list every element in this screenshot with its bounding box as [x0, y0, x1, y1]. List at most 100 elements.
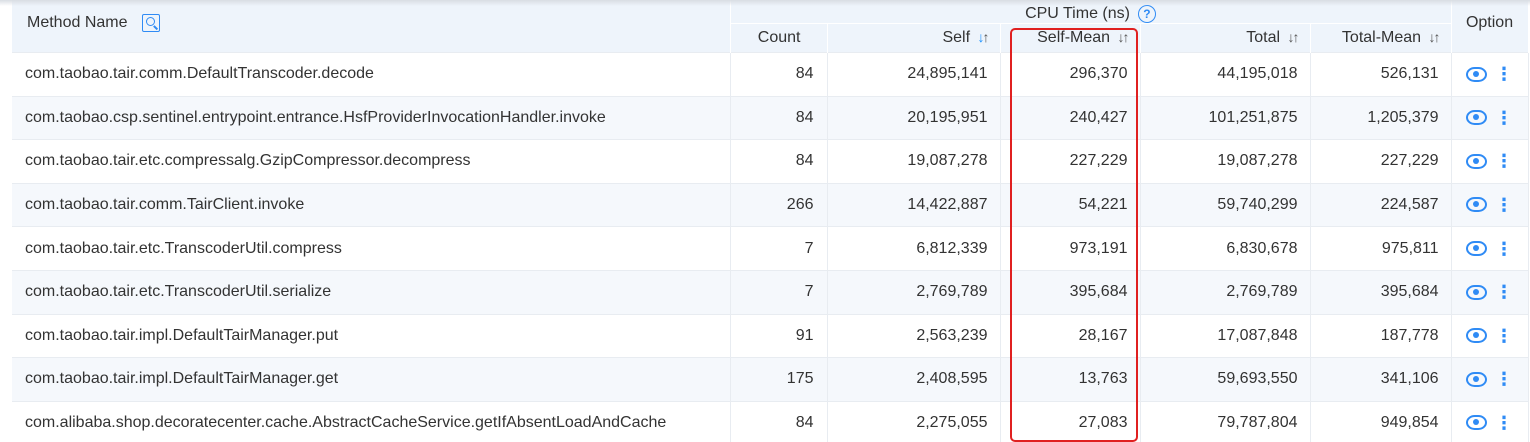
table-row[interactable]: com.taobao.csp.sentinel.entrypoint.entra…: [12, 95, 1529, 140]
search-icon[interactable]: [141, 14, 160, 32]
total-cell: 2,769,789: [1140, 269, 1311, 315]
method-name-cell[interactable]: com.taobao.tair.etc.TranscoderUtil.compr…: [12, 226, 731, 271]
help-icon[interactable]: ?: [1137, 5, 1156, 23]
eye-icon[interactable]: [1466, 328, 1488, 344]
more-icon[interactable]: ⋮: [1495, 283, 1513, 301]
method-name-cell[interactable]: com.alibaba.shop.decoratecenter.cache.Ab…: [12, 400, 731, 442]
method-name-cell[interactable]: com.taobao.tair.impl.DefaultTairManager.…: [12, 357, 731, 402]
method-name-cell[interactable]: com.taobao.tair.impl.DefaultTairManager.…: [12, 313, 731, 358]
option-cell: ⋮: [1451, 400, 1529, 442]
self-mean-cell: 28,167: [1000, 313, 1141, 358]
table-row[interactable]: com.alibaba.shop.decoratecenter.cache.Ab…: [12, 400, 1529, 442]
method-name-cell[interactable]: com.taobao.tair.etc.TranscoderUtil.seria…: [12, 269, 731, 315]
more-icon[interactable]: ⋮: [1495, 370, 1513, 388]
table-row[interactable]: com.taobao.tair.comm.DefaultTranscoder.d…: [12, 52, 1529, 97]
more-icon[interactable]: ⋮: [1495, 109, 1513, 127]
eye-icon[interactable]: [1466, 371, 1488, 387]
self-cell: 14,422,887: [827, 182, 1001, 227]
option-header-label: Option: [1465, 14, 1514, 31]
count-cell: 175: [730, 357, 828, 402]
sort-icon[interactable]: ↓↑: [1429, 29, 1441, 45]
self-mean-cell: 296,370: [1000, 52, 1141, 97]
more-icon[interactable]: ⋮: [1495, 196, 1513, 214]
total-mean-header[interactable]: Total-Mean ↓↑: [1310, 23, 1452, 53]
self-mean-cell: 227,229: [1000, 139, 1141, 184]
count-cell: 91: [730, 313, 828, 358]
table-body: com.taobao.tair.comm.DefaultTranscoder.d…: [12, 52, 1529, 442]
top-shadow: [0, 0, 1530, 6]
self-header[interactable]: Self ↓↑: [827, 23, 1001, 53]
eye-icon[interactable]: [1466, 110, 1488, 126]
table-row[interactable]: com.taobao.tair.impl.DefaultTairManager.…: [12, 357, 1529, 402]
table-row[interactable]: com.taobao.tair.etc.TranscoderUtil.seria…: [12, 269, 1529, 315]
total-mean-cell: 975,811: [1310, 226, 1452, 271]
table-row[interactable]: com.taobao.tair.etc.compressalg.GzipComp…: [12, 139, 1529, 184]
sort-icon[interactable]: ↓↑: [978, 29, 990, 45]
eye-icon[interactable]: [1466, 284, 1488, 300]
self-cell: 2,275,055: [827, 400, 1001, 442]
table-row[interactable]: com.taobao.tair.impl.DefaultTairManager.…: [12, 313, 1529, 358]
self-mean-header[interactable]: Self-Mean ↓↑: [1000, 23, 1141, 53]
option-cell: ⋮: [1451, 313, 1529, 358]
eye-icon[interactable]: [1466, 197, 1488, 213]
total-cell: 59,693,550: [1140, 357, 1311, 402]
more-icon[interactable]: ⋮: [1495, 152, 1513, 170]
sort-icon[interactable]: ↓↑: [1118, 29, 1130, 45]
total-cell: 59,740,299: [1140, 182, 1311, 227]
self-mean-cell: 973,191: [1000, 226, 1141, 271]
eye-icon[interactable]: [1466, 153, 1488, 169]
more-icon[interactable]: ⋮: [1495, 240, 1513, 258]
more-icon[interactable]: ⋮: [1495, 414, 1513, 432]
self-header-label: Self: [942, 29, 971, 46]
option-cell: ⋮: [1451, 226, 1529, 271]
method-name-cell[interactable]: com.taobao.tair.etc.compressalg.GzipComp…: [12, 139, 731, 184]
total-mean-cell: 227,229: [1310, 139, 1452, 184]
total-mean-cell: 341,106: [1310, 357, 1452, 402]
sort-icon[interactable]: ↓↑: [1288, 29, 1300, 45]
method-name-header-label: Method Name: [27, 14, 128, 31]
count-cell: 84: [730, 95, 828, 140]
count-cell: 84: [730, 139, 828, 184]
self-mean-cell: 240,427: [1000, 95, 1141, 140]
table-row[interactable]: com.taobao.tair.etc.TranscoderUtil.compr…: [12, 226, 1529, 271]
total-cell: 101,251,875: [1140, 95, 1311, 140]
total-cell: 44,195,018: [1140, 52, 1311, 97]
total-mean-header-label: Total-Mean: [1341, 29, 1422, 46]
method-name-cell[interactable]: com.taobao.tair.comm.TairClient.invoke: [12, 182, 731, 227]
option-cell: ⋮: [1451, 139, 1529, 184]
total-mean-cell: 224,587: [1310, 182, 1452, 227]
self-cell: 6,812,339: [827, 226, 1001, 271]
count-cell: 84: [730, 52, 828, 97]
eye-icon[interactable]: [1466, 241, 1488, 257]
table-row[interactable]: com.taobao.tair.comm.TairClient.invoke 26…: [12, 182, 1529, 227]
self-mean-cell: 395,684: [1000, 269, 1141, 315]
profiler-method-table-view: Method Name CPU Time (ns) ? Option Count: [0, 0, 1530, 442]
more-icon[interactable]: ⋮: [1495, 327, 1513, 345]
total-mean-cell: 949,854: [1310, 400, 1452, 442]
option-header: Option: [1451, 0, 1529, 53]
option-cell: ⋮: [1451, 52, 1529, 97]
count-header-label: Count: [757, 29, 801, 46]
table-header: Method Name CPU Time (ns) ? Option Count: [12, 0, 1529, 53]
method-name-cell[interactable]: com.taobao.tair.comm.DefaultTranscoder.d…: [12, 52, 731, 97]
option-cell: ⋮: [1451, 95, 1529, 140]
total-cell: 79,787,804: [1140, 400, 1311, 442]
self-cell: 19,087,278: [827, 139, 1001, 184]
eye-icon[interactable]: [1466, 66, 1488, 82]
total-header[interactable]: Total ↓↑: [1140, 23, 1311, 53]
eye-icon[interactable]: [1466, 415, 1488, 431]
count-cell: 266: [730, 182, 828, 227]
total-cell: 17,087,848: [1140, 313, 1311, 358]
method-name-header: Method Name: [12, 0, 731, 53]
method-name-cell[interactable]: com.taobao.csp.sentinel.entrypoint.entra…: [12, 95, 731, 140]
more-icon[interactable]: ⋮: [1495, 65, 1513, 83]
count-header: Count: [730, 23, 828, 53]
self-cell: 2,769,789: [827, 269, 1001, 315]
total-header-label: Total: [1246, 29, 1281, 46]
self-mean-cell: 27,083: [1000, 400, 1141, 442]
option-cell: ⋮: [1451, 357, 1529, 402]
total-mean-cell: 1,205,379: [1310, 95, 1452, 140]
option-cell: ⋮: [1451, 182, 1529, 227]
method-cpu-table: Method Name CPU Time (ns) ? Option Count: [12, 0, 1529, 442]
total-mean-cell: 187,778: [1310, 313, 1452, 358]
